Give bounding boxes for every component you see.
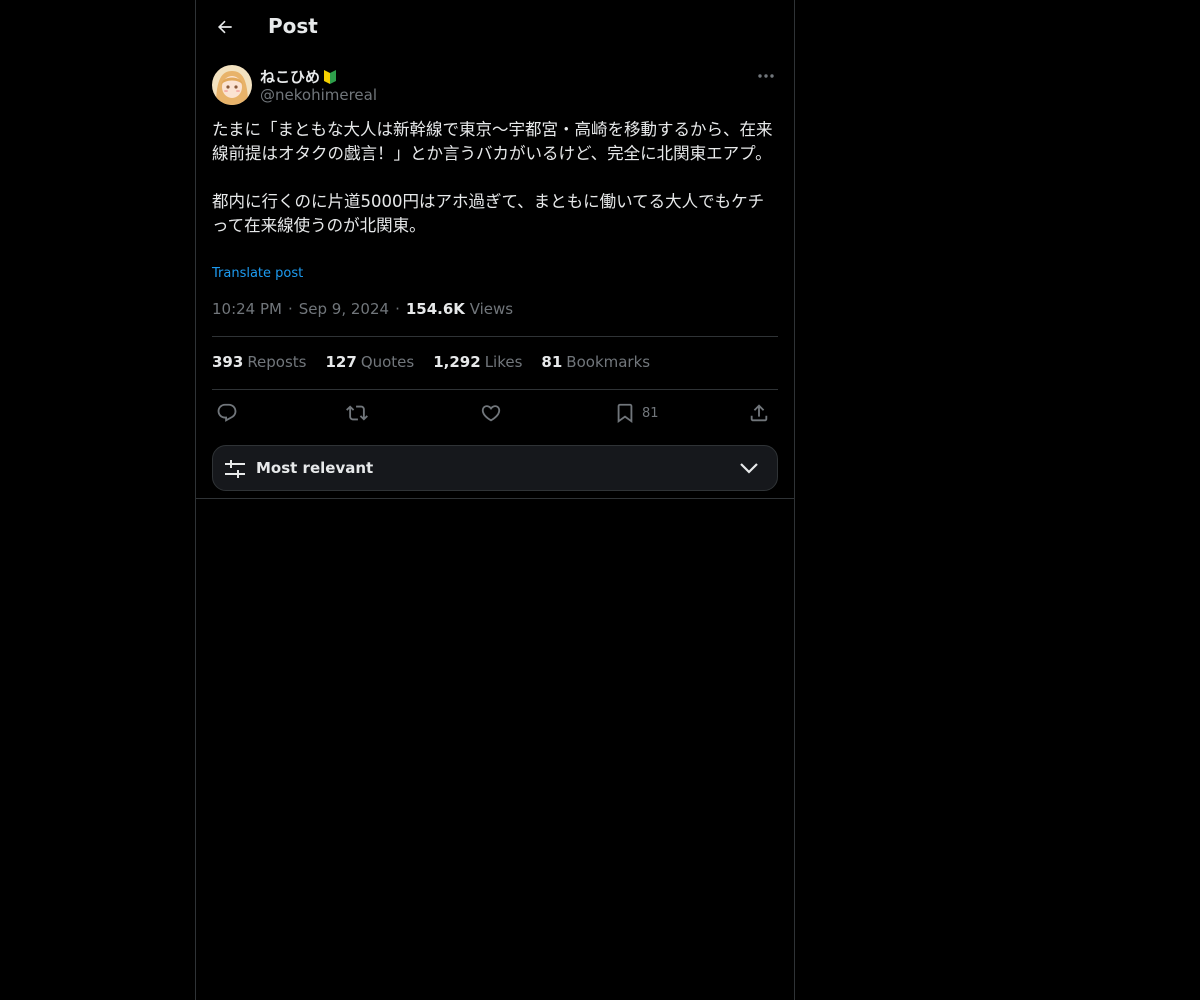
quotes-count: 127 — [325, 353, 357, 371]
chevron-down-icon — [740, 463, 758, 474]
beginner-badge-icon — [324, 69, 337, 84]
divider — [212, 336, 778, 337]
arrow-left-icon — [217, 20, 232, 34]
quotes-stat[interactable]: 127 Quotes — [326, 353, 415, 371]
post-paragraph: 都内に行くのに片道5000円はアホ過ぎて、まともに働いてる大人でもケチって在来線… — [212, 192, 765, 235]
post-date[interactable]: Sep 9, 2024 — [299, 300, 389, 318]
replies-sort-dropdown[interactable]: Most relevant — [212, 445, 778, 491]
back-button[interactable] — [208, 10, 242, 44]
sliders-icon — [225, 460, 245, 478]
repost-icon — [346, 405, 368, 421]
avatar[interactable] — [212, 65, 252, 105]
post-stats: 393 Reposts 127 Quotes 1,292 Likes 81 Bookma… — [212, 353, 650, 371]
reposts-count: 393 — [212, 353, 244, 371]
avatar-image — [212, 65, 252, 105]
bookmarks-stat[interactable]: 81 Bookmarks — [541, 353, 650, 371]
page-title: Post — [268, 14, 318, 38]
quotes-label: Quotes — [360, 353, 415, 371]
views-label: Views — [469, 300, 514, 318]
sort-label: Most relevant — [256, 459, 374, 477]
page-header: Post — [196, 0, 794, 54]
divider — [196, 498, 794, 499]
meta-separator: · — [287, 300, 293, 318]
reposts-stat[interactable]: 393 Reposts — [212, 353, 307, 371]
likes-label: Likes — [484, 353, 523, 371]
likes-stat[interactable]: 1,292 Likes — [433, 353, 522, 371]
reply-icon — [217, 403, 237, 422]
post-actions: 81 — [212, 398, 778, 428]
main-column: Post ねこひめ @nekohimereal たまに「まともな大人は新幹線で東… — [195, 0, 795, 1000]
bookmarks-label: Bookmarks — [566, 353, 651, 371]
post-time[interactable]: 10:24 PM — [212, 300, 282, 318]
reposts-label: Reposts — [247, 353, 307, 371]
display-name[interactable]: ねこひめ — [260, 66, 338, 87]
likes-count: 1,292 — [433, 353, 481, 371]
post-text: たまに「まともな大人は新幹線で東京〜宇都宮・高崎を移動するから、在来線前提はオタ… — [212, 118, 778, 238]
heart-icon — [481, 405, 501, 422]
views-stat[interactable]: 154.6K Views — [406, 300, 513, 318]
views-count: 154.6K — [405, 300, 465, 318]
post-author: ねこひめ @nekohimereal — [212, 64, 778, 108]
share-button[interactable] — [748, 398, 770, 428]
divider — [212, 389, 778, 390]
post-paragraph: たまに「まともな大人は新幹線で東京〜宇都宮・高崎を移動するから、在来線前提はオタ… — [212, 120, 773, 163]
post-meta: 10:24 PM · Sep 9, 2024 · 154.6K Views — [212, 300, 513, 318]
meta-separator: · — [395, 300, 400, 318]
bookmark-button[interactable]: 81 — [614, 398, 659, 428]
bookmarks-count: 81 — [541, 353, 563, 371]
repost-button[interactable] — [346, 398, 368, 428]
more-options-button[interactable] — [754, 66, 778, 86]
bookmark-count: 81 — [642, 405, 659, 421]
share-icon — [750, 404, 768, 422]
like-button[interactable] — [480, 398, 502, 428]
bookmark-icon — [617, 403, 633, 424]
reply-button[interactable] — [216, 398, 238, 428]
user-handle[interactable]: @nekohimereal — [260, 86, 377, 104]
more-dots-icon — [758, 74, 774, 78]
translate-post-link[interactable]: Translate post — [212, 266, 303, 281]
display-name-text: ねこひめ — [260, 68, 321, 86]
